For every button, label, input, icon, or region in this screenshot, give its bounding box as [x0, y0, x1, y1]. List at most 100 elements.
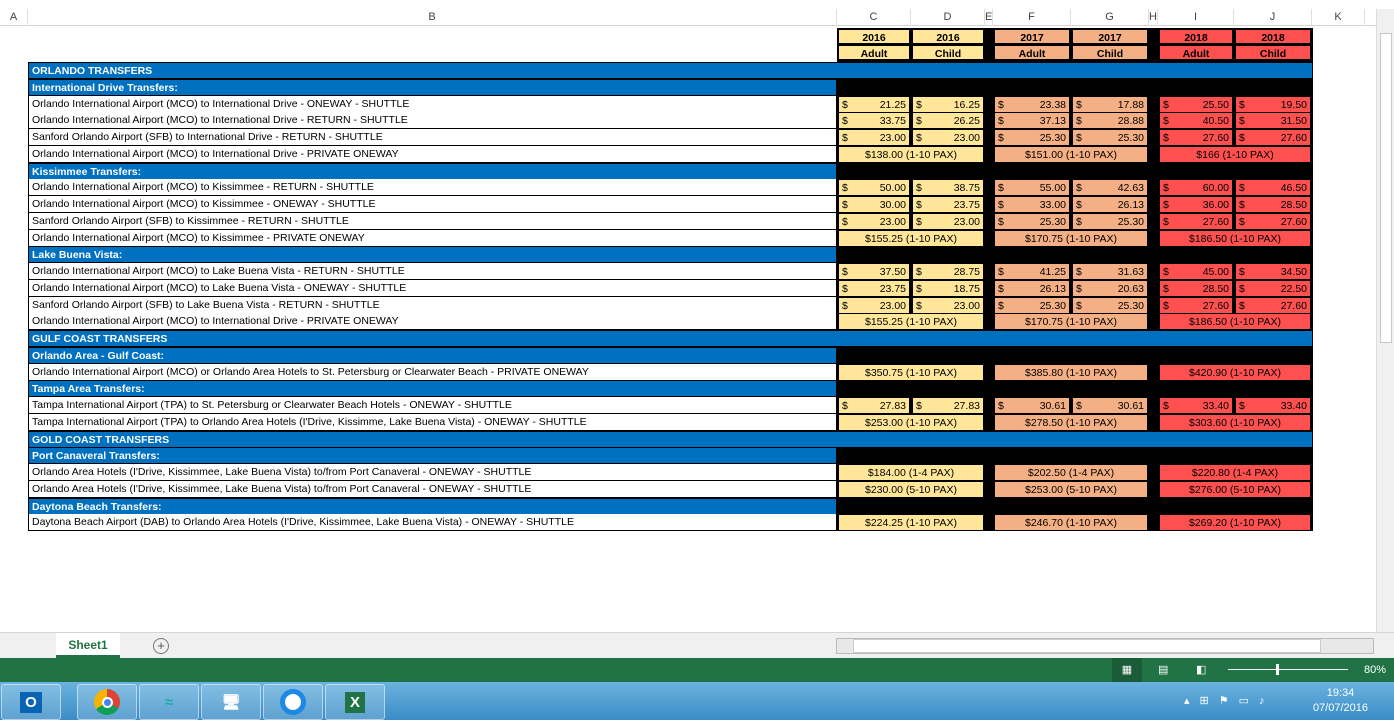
subsection-header[interactable]: Kissimmee Transfers: — [28, 162, 837, 180]
private-price-cell[interactable]: $170.75 (1-10 PAX) — [994, 229, 1148, 247]
price-cell[interactable]: $20.63 — [1072, 279, 1148, 297]
type-header[interactable]: Adult — [1159, 45, 1233, 60]
price-cell[interactable]: $55.00 — [994, 179, 1070, 197]
route-label[interactable]: Sanford Orlando Airport (SFB) to Interna… — [28, 129, 837, 146]
route-label[interactable]: Orlando International Airport (MCO) to K… — [28, 179, 837, 197]
price-cell[interactable]: $27.60 — [1235, 296, 1311, 314]
year-header[interactable]: 2017 — [994, 29, 1070, 44]
route-label[interactable]: Daytona Beach Airport (DAB) to Orlando A… — [28, 514, 837, 532]
price-cell[interactable]: $26.25 — [912, 112, 984, 130]
excel-icon[interactable]: X — [325, 684, 385, 720]
add-sheet-icon[interactable]: + — [153, 638, 169, 654]
price-cell[interactable]: $28.88 — [1072, 112, 1148, 130]
column-header-K[interactable]: K — [1312, 9, 1365, 26]
vertical-scrollbar[interactable] — [1376, 9, 1394, 632]
column-header-B[interactable]: B — [28, 9, 837, 26]
route-label[interactable]: Orlando International Airport (MCO) to L… — [28, 263, 837, 280]
zoom-level[interactable]: 80% — [1364, 658, 1386, 682]
vertical-scroll-thumb[interactable] — [1380, 33, 1392, 343]
route-label[interactable]: Orlando International Airport (MCO) to L… — [28, 279, 837, 297]
type-header[interactable]: Child — [1235, 45, 1311, 60]
private-price-cell[interactable]: $220.80 (1-4 PAX) — [1159, 464, 1311, 481]
year-header[interactable]: 2018 — [1159, 29, 1233, 44]
section-header[interactable]: ORLANDO TRANSFERS — [28, 62, 1313, 79]
private-price-cell[interactable]: $420.90 (1-10 PAX) — [1159, 363, 1311, 381]
route-label[interactable]: Orlando International Airport (MCO) to I… — [28, 112, 837, 130]
private-price-cell[interactable]: $186.50 (1-10 PAX) — [1159, 229, 1311, 247]
private-price-cell[interactable]: $269.20 (1-10 PAX) — [1159, 514, 1311, 532]
private-price-cell[interactable]: $138.00 (1-10 PAX) — [838, 145, 984, 163]
column-header-C[interactable]: C — [837, 9, 911, 26]
price-cell[interactable]: $27.60 — [1159, 296, 1233, 314]
private-price-cell[interactable]: $385.80 (1-10 PAX) — [994, 363, 1148, 381]
price-cell[interactable]: $46.50 — [1235, 179, 1311, 197]
price-cell[interactable]: $25.30 — [1072, 129, 1148, 146]
private-price-cell[interactable]: $170.75 (1-10 PAX) — [994, 313, 1148, 331]
price-cell[interactable]: $27.83 — [838, 397, 910, 414]
subsection-header[interactable]: Lake Buena Vista: — [28, 246, 837, 264]
subsection-header[interactable]: Daytona Beach Transfers: — [28, 497, 837, 515]
private-price-cell[interactable]: $155.25 (1-10 PAX) — [838, 313, 984, 331]
normal-view-icon[interactable]: ▦ — [1112, 658, 1142, 682]
price-cell[interactable]: $23.00 — [912, 212, 984, 230]
private-price-cell[interactable]: $303.60 (1-10 PAX) — [1159, 413, 1311, 431]
route-label[interactable]: Orlando International Airport (MCO) to I… — [28, 95, 837, 113]
price-cell[interactable]: $23.00 — [912, 129, 984, 146]
price-cell[interactable]: $30.61 — [1072, 397, 1148, 414]
route-label[interactable]: Sanford Orlando Airport (SFB) to Lake Bu… — [28, 296, 837, 314]
column-header-J[interactable]: J — [1234, 9, 1312, 26]
horizontal-scroll-thumb[interactable] — [853, 639, 1321, 653]
year-header[interactable]: 2017 — [1072, 29, 1148, 44]
year-header[interactable]: 2016 — [838, 29, 910, 44]
price-cell[interactable]: $38.75 — [912, 179, 984, 197]
private-price-cell[interactable]: $350.75 (1-10 PAX) — [838, 363, 984, 381]
price-cell[interactable]: $23.75 — [912, 196, 984, 213]
price-cell[interactable]: $42.63 — [1072, 179, 1148, 197]
price-cell[interactable]: $23.00 — [838, 296, 910, 314]
price-cell[interactable]: $27.60 — [1159, 129, 1233, 146]
price-cell[interactable]: $50.00 — [838, 179, 910, 197]
price-cell[interactable]: $21.25 — [838, 95, 910, 113]
spreadsheet-grid[interactable]: 2016 Adult 2016 Child 2017 Adult 2017 Child 2018… — [0, 26, 1376, 632]
price-cell[interactable]: $23.00 — [838, 212, 910, 230]
section-header[interactable]: GULF COAST TRANSFERS — [28, 330, 1313, 347]
price-cell[interactable]: $33.00 — [994, 196, 1070, 213]
price-cell[interactable]: $33.40 — [1159, 397, 1233, 414]
subsection-header[interactable]: Port Canaveral Transfers: — [28, 447, 837, 465]
route-label[interactable]: Orlando International Airport (MCO) or O… — [28, 363, 837, 381]
price-cell[interactable]: $17.88 — [1072, 95, 1148, 113]
private-price-cell[interactable]: $278.50 (1-10 PAX) — [994, 413, 1148, 431]
route-label[interactable]: Sanford Orlando Airport (SFB) to Kissimm… — [28, 212, 837, 230]
column-header-E[interactable]: E — [985, 9, 993, 26]
page-layout-icon[interactable]: ▤ — [1158, 658, 1168, 682]
private-price-cell[interactable]: $155.25 (1-10 PAX) — [838, 229, 984, 247]
price-cell[interactable]: $28.50 — [1159, 279, 1233, 297]
price-cell[interactable]: $19.50 — [1235, 95, 1311, 113]
private-price-cell[interactable]: $224.25 (1-10 PAX) — [838, 514, 984, 532]
price-cell[interactable]: $27.83 — [912, 397, 984, 414]
price-cell[interactable]: $37.13 — [994, 112, 1070, 130]
horizontal-scrollbar[interactable] — [836, 638, 1374, 654]
subsection-header[interactable]: International Drive Transfers: — [28, 78, 837, 96]
price-cell[interactable]: $23.00 — [912, 296, 984, 314]
price-cell[interactable]: $34.50 — [1235, 263, 1311, 280]
price-cell[interactable]: $25.30 — [994, 129, 1070, 146]
column-header-H[interactable]: H — [1149, 9, 1158, 26]
price-cell[interactable]: $33.75 — [838, 112, 910, 130]
clock[interactable]: 19:34 07/07/2016 — [1313, 686, 1368, 716]
price-cell[interactable]: $23.75 — [838, 279, 910, 297]
price-cell[interactable]: $25.30 — [1072, 212, 1148, 230]
price-cell[interactable]: $30.00 — [838, 196, 910, 213]
route-label[interactable]: Orlando International Airport (MCO) to K… — [28, 229, 837, 247]
column-header-I[interactable]: I — [1158, 9, 1234, 26]
section-header[interactable]: GOLD COAST TRANSFERS — [28, 430, 1313, 448]
year-header[interactable]: 2018 — [1235, 29, 1311, 44]
type-header[interactable]: Child — [912, 45, 984, 60]
price-cell[interactable]: $36.00 — [1159, 196, 1233, 213]
column-header-G[interactable]: G — [1071, 9, 1149, 26]
subsection-header[interactable]: Orlando Area - Gulf Coast: — [28, 346, 837, 364]
type-header[interactable]: Adult — [994, 45, 1070, 60]
price-cell[interactable]: $40.50 — [1159, 112, 1233, 130]
route-label[interactable]: Orlando International Airport (MCO) to I… — [28, 145, 837, 163]
route-label[interactable]: Tampa International Airport (TPA) to St.… — [28, 397, 837, 414]
